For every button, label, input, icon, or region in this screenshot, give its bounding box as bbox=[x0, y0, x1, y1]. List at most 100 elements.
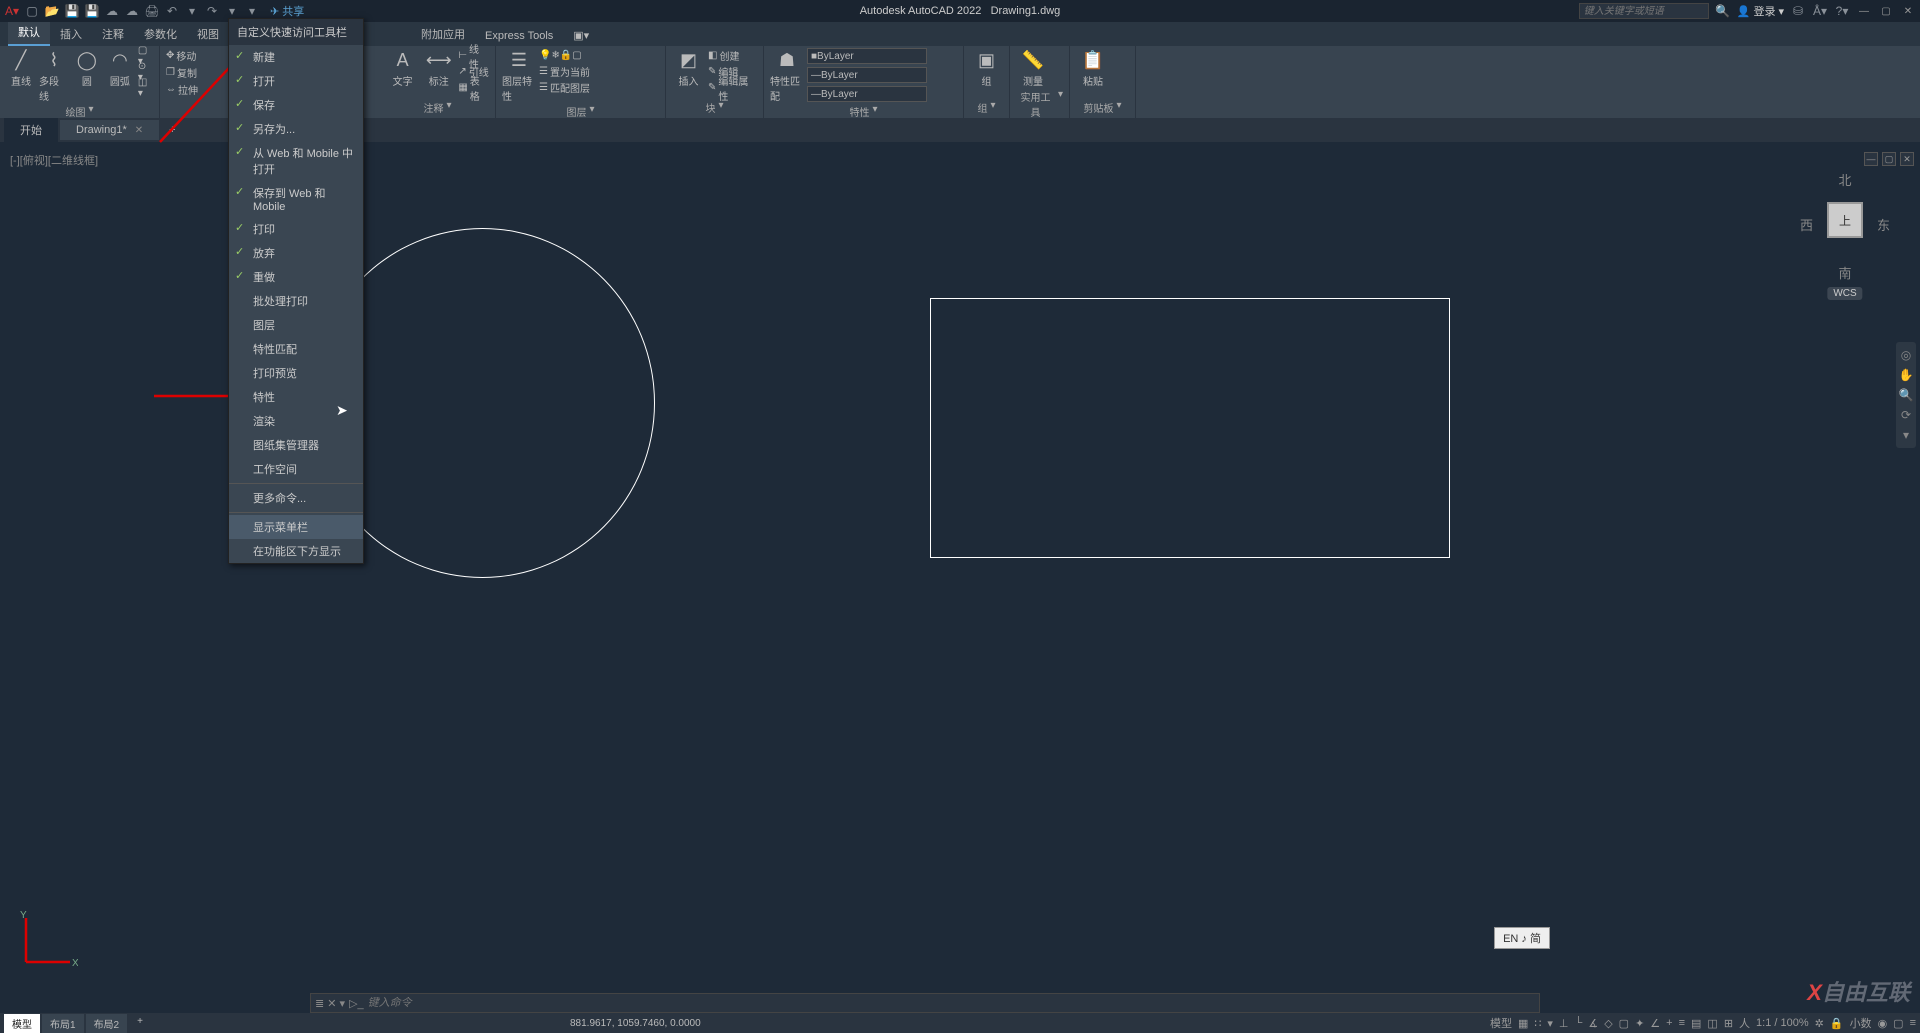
redo-icon[interactable]: ↷ bbox=[204, 3, 220, 19]
sb-iso-icon[interactable]: ◇ bbox=[1604, 1017, 1612, 1030]
cmd-history-icon[interactable]: ≣ ✕ ▾ bbox=[315, 997, 345, 1010]
viewcube-north[interactable]: 北 bbox=[1838, 170, 1851, 189]
qa-item-workspace[interactable]: 工作空间 bbox=[229, 457, 363, 481]
table-button[interactable]: ▦ 表格 bbox=[458, 80, 489, 95]
qa-dropdown-icon[interactable]: ▾ bbox=[244, 3, 260, 19]
sb-layout1-tab[interactable]: 布局1 bbox=[42, 1014, 84, 1033]
search-input[interactable] bbox=[1579, 3, 1709, 19]
measure-button[interactable]: 📏测量 bbox=[1016, 48, 1050, 88]
a360-icon[interactable]: Å▾ bbox=[1812, 3, 1828, 19]
web-save-icon[interactable]: ☁ bbox=[124, 3, 140, 19]
copy-button[interactable]: ❐ 复制 bbox=[166, 65, 198, 80]
undo-dd-icon[interactable]: ▾ bbox=[184, 3, 200, 19]
tab-start[interactable]: 开始 bbox=[4, 118, 58, 142]
qa-item-show-menubar[interactable]: 显示菜单栏 bbox=[229, 515, 363, 539]
qa-item-matchprops[interactable]: 特性匹配 bbox=[229, 337, 363, 361]
sb-model-tab[interactable]: 模型 bbox=[4, 1014, 40, 1033]
tab-view[interactable]: 视图 bbox=[187, 22, 229, 46]
qa-item-plotpreview[interactable]: 打印预览 bbox=[229, 361, 363, 385]
tab-insert[interactable]: 插入 bbox=[50, 22, 92, 46]
open-icon[interactable]: 📂 bbox=[44, 3, 60, 19]
tab-default[interactable]: 默认 bbox=[8, 20, 50, 46]
layer-props-button[interactable]: ☰图层特性 bbox=[502, 48, 536, 103]
sb-snap-icon[interactable]: ∷ bbox=[1534, 1017, 1541, 1030]
qa-item-below-ribbon[interactable]: 在功能区下方显示 bbox=[229, 539, 363, 563]
minimize-button[interactable]: — bbox=[1856, 3, 1872, 19]
sb-tpy-icon[interactable]: ▤ bbox=[1691, 1017, 1701, 1030]
sb-sc-icon[interactable]: ⊞ bbox=[1724, 1017, 1733, 1030]
vp-maximize[interactable]: ▢ bbox=[1882, 152, 1896, 166]
sb-clean-icon[interactable]: ▢ bbox=[1893, 1017, 1903, 1030]
sb-polar-icon[interactable]: ∡ bbox=[1588, 1017, 1598, 1030]
match-layer-button[interactable]: ☰ 匹配图层 bbox=[539, 80, 590, 95]
linear-button[interactable]: ⊢ 线性 bbox=[458, 48, 489, 63]
edit-attr-button[interactable]: ✎ 编辑属性 bbox=[708, 80, 757, 95]
viewcube-west[interactable]: 西 bbox=[1800, 215, 1813, 234]
sb-units-icon[interactable]: 🔒 bbox=[1830, 1017, 1844, 1030]
sb-workspace-icon[interactable]: ◉ bbox=[1878, 1017, 1888, 1030]
lineweight-dropdown[interactable]: — ByLayer bbox=[807, 86, 927, 102]
draw-misc3[interactable]: ◫ ▾ bbox=[138, 80, 153, 95]
tab-addons[interactable]: 附加应用 bbox=[411, 22, 475, 46]
viewcube-south[interactable]: 南 bbox=[1838, 263, 1851, 282]
line-button[interactable]: ╱直线 bbox=[6, 48, 36, 88]
sb-grid-icon[interactable]: ▦ bbox=[1518, 1017, 1528, 1030]
sb-dyn-icon[interactable]: + bbox=[1666, 1017, 1672, 1029]
arc-button[interactable]: ◠圆弧 bbox=[105, 48, 135, 88]
qa-item-webopen[interactable]: 从 Web 和 Mobile 中打开 bbox=[229, 141, 363, 181]
sb-add-layout[interactable]: + bbox=[129, 1014, 151, 1033]
nav-more-icon[interactable]: ▾ bbox=[1903, 428, 1909, 442]
tab-close-icon[interactable]: ✕ bbox=[135, 125, 143, 136]
exchange-icon[interactable]: ⛁ bbox=[1790, 3, 1806, 19]
sb-infer-icon[interactable]: ⊥ bbox=[1559, 1017, 1569, 1030]
sb-ortho-icon[interactable]: └ bbox=[1575, 1017, 1583, 1029]
tab-annotate[interactable]: 注释 bbox=[92, 22, 134, 46]
text-button[interactable]: A文字 bbox=[386, 48, 419, 88]
app-menu-icon[interactable]: A▾ bbox=[4, 3, 20, 19]
qa-item-saveas[interactable]: 另存为... bbox=[229, 117, 363, 141]
viewcube-wcs[interactable]: WCS bbox=[1827, 287, 1862, 300]
web-open-icon[interactable]: ☁ bbox=[104, 3, 120, 19]
sb-decimal-label[interactable]: 小数 bbox=[1850, 1015, 1872, 1031]
nav-zoom-icon[interactable]: 🔍 bbox=[1899, 388, 1914, 402]
paste-button[interactable]: 📋粘贴 bbox=[1076, 48, 1110, 88]
nav-orbit-icon[interactable]: ⟳ bbox=[1901, 408, 1911, 422]
search-icon[interactable]: 🔍 bbox=[1715, 3, 1731, 19]
vp-close[interactable]: ✕ bbox=[1900, 152, 1914, 166]
qa-item-batchplot[interactable]: 批处理打印 bbox=[229, 289, 363, 313]
sb-qp-icon[interactable]: ◫ bbox=[1707, 1017, 1717, 1030]
sb-anno-icon[interactable]: 人 bbox=[1739, 1015, 1750, 1031]
redo-dd-icon[interactable]: ▾ bbox=[224, 3, 240, 19]
qa-item-websave[interactable]: 保存到 Web 和 Mobile bbox=[229, 181, 363, 217]
qa-item-layers[interactable]: 图层 bbox=[229, 313, 363, 337]
sb-model-toggle[interactable]: 模型 bbox=[1490, 1015, 1512, 1031]
nav-wheel-icon[interactable]: ◎ bbox=[1901, 348, 1911, 362]
layer-misc-icons[interactable]: 💡❄🔒▢ bbox=[539, 50, 582, 61]
linetype-dropdown[interactable]: — ByLayer bbox=[807, 67, 927, 83]
command-line[interactable]: ≣ ✕ ▾ ▷_ bbox=[310, 993, 1540, 1013]
dim-button[interactable]: ⟷标注 bbox=[422, 48, 455, 88]
color-dropdown[interactable]: ■ ByLayer bbox=[807, 48, 927, 64]
vp-minimize[interactable]: — bbox=[1864, 152, 1878, 166]
command-input[interactable] bbox=[368, 997, 1535, 1009]
save-icon[interactable]: 💾 bbox=[64, 3, 80, 19]
sb-custom-icon[interactable]: ≡ bbox=[1910, 1017, 1916, 1029]
tab-parametric[interactable]: 参数化 bbox=[134, 22, 187, 46]
sb-zoom-label[interactable]: 1:1 / 100% bbox=[1756, 1017, 1809, 1029]
maximize-button[interactable]: ▢ bbox=[1878, 3, 1894, 19]
sb-gear-icon[interactable]: ✲ bbox=[1815, 1017, 1824, 1030]
stretch-button[interactable]: ⇔ 拉伸 bbox=[166, 82, 198, 97]
print-icon[interactable]: 🖨 bbox=[144, 3, 160, 19]
sb-otrack-icon[interactable]: ∠ bbox=[1650, 1017, 1660, 1030]
qa-item-sheetset[interactable]: 图纸集管理器 bbox=[229, 433, 363, 457]
group-button[interactable]: ▣组 bbox=[970, 48, 1003, 88]
viewcube-top[interactable]: 上 bbox=[1827, 202, 1863, 238]
qa-item-save[interactable]: 保存 bbox=[229, 93, 363, 117]
match-props-button[interactable]: ☗特性匹配 bbox=[770, 48, 804, 103]
new-icon[interactable]: ▢ bbox=[24, 3, 40, 19]
tab-drawing1[interactable]: Drawing1* ✕ bbox=[60, 120, 159, 140]
sb-3dosnap-icon[interactable]: ✦ bbox=[1635, 1017, 1644, 1030]
tab-toggle[interactable]: ▣▾ bbox=[563, 25, 599, 46]
move-button[interactable]: ✥ 移动 bbox=[166, 48, 198, 63]
qa-item-new[interactable]: 新建 bbox=[229, 45, 363, 69]
